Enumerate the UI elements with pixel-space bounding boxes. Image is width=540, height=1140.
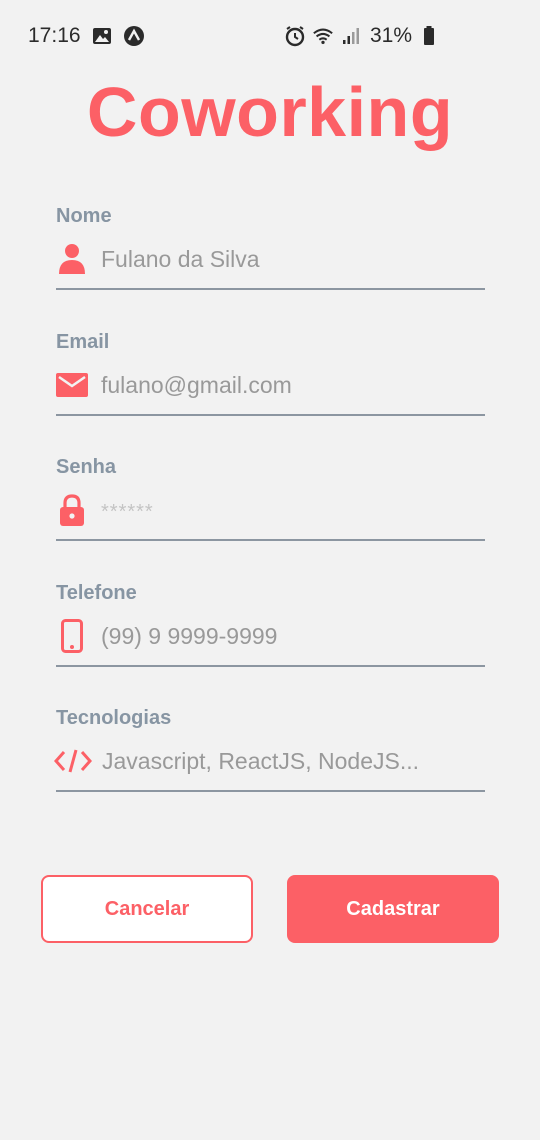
password-label: Senha [56, 456, 117, 478]
user-icon [56, 243, 88, 275]
status-right: 31% [284, 24, 440, 48]
password-input-row [56, 481, 485, 541]
lock-icon [56, 494, 88, 526]
battery-percentage: 31% [369, 24, 412, 47]
submit-button[interactable]: Cadastrar [287, 875, 499, 943]
mail-icon [56, 369, 88, 401]
nav-icon [123, 25, 145, 47]
email-input-row [56, 356, 485, 416]
email-label: Email [56, 331, 110, 353]
alarm-icon [284, 25, 306, 47]
signal-icon [340, 25, 362, 47]
status-bar: 17:16 31% [0, 0, 540, 72]
name-input[interactable] [101, 239, 485, 279]
phone-label: Telefone [56, 582, 137, 604]
image-icon [91, 25, 113, 47]
name-label: Nome [56, 205, 112, 227]
cancel-button[interactable]: Cancelar [41, 875, 253, 943]
app-title: Coworking [86, 73, 454, 151]
name-input-row [56, 230, 485, 290]
status-left: 17:16 [28, 24, 145, 48]
phone-input[interactable] [101, 616, 485, 656]
technologies-input-row [54, 732, 485, 792]
phone-field: Telefone [56, 579, 485, 667]
email-field: Email [56, 328, 485, 416]
technologies-input[interactable] [102, 741, 485, 781]
wifi-icon [312, 25, 334, 47]
password-field: Senha [56, 453, 485, 541]
email-input[interactable] [101, 365, 485, 405]
status-time: 17:16 [28, 24, 81, 47]
name-field: Nome [56, 202, 485, 290]
technologies-field: Tecnologias [54, 704, 485, 792]
code-icon [54, 745, 92, 777]
phone-input-row [56, 607, 485, 667]
screen: 17:16 31% Coworking Nome Fulano da Silva… [0, 0, 540, 1140]
password-input[interactable] [101, 490, 485, 530]
phone-icon [56, 619, 88, 653]
battery-icon [418, 25, 440, 47]
technologies-label: Tecnologias [56, 707, 172, 729]
